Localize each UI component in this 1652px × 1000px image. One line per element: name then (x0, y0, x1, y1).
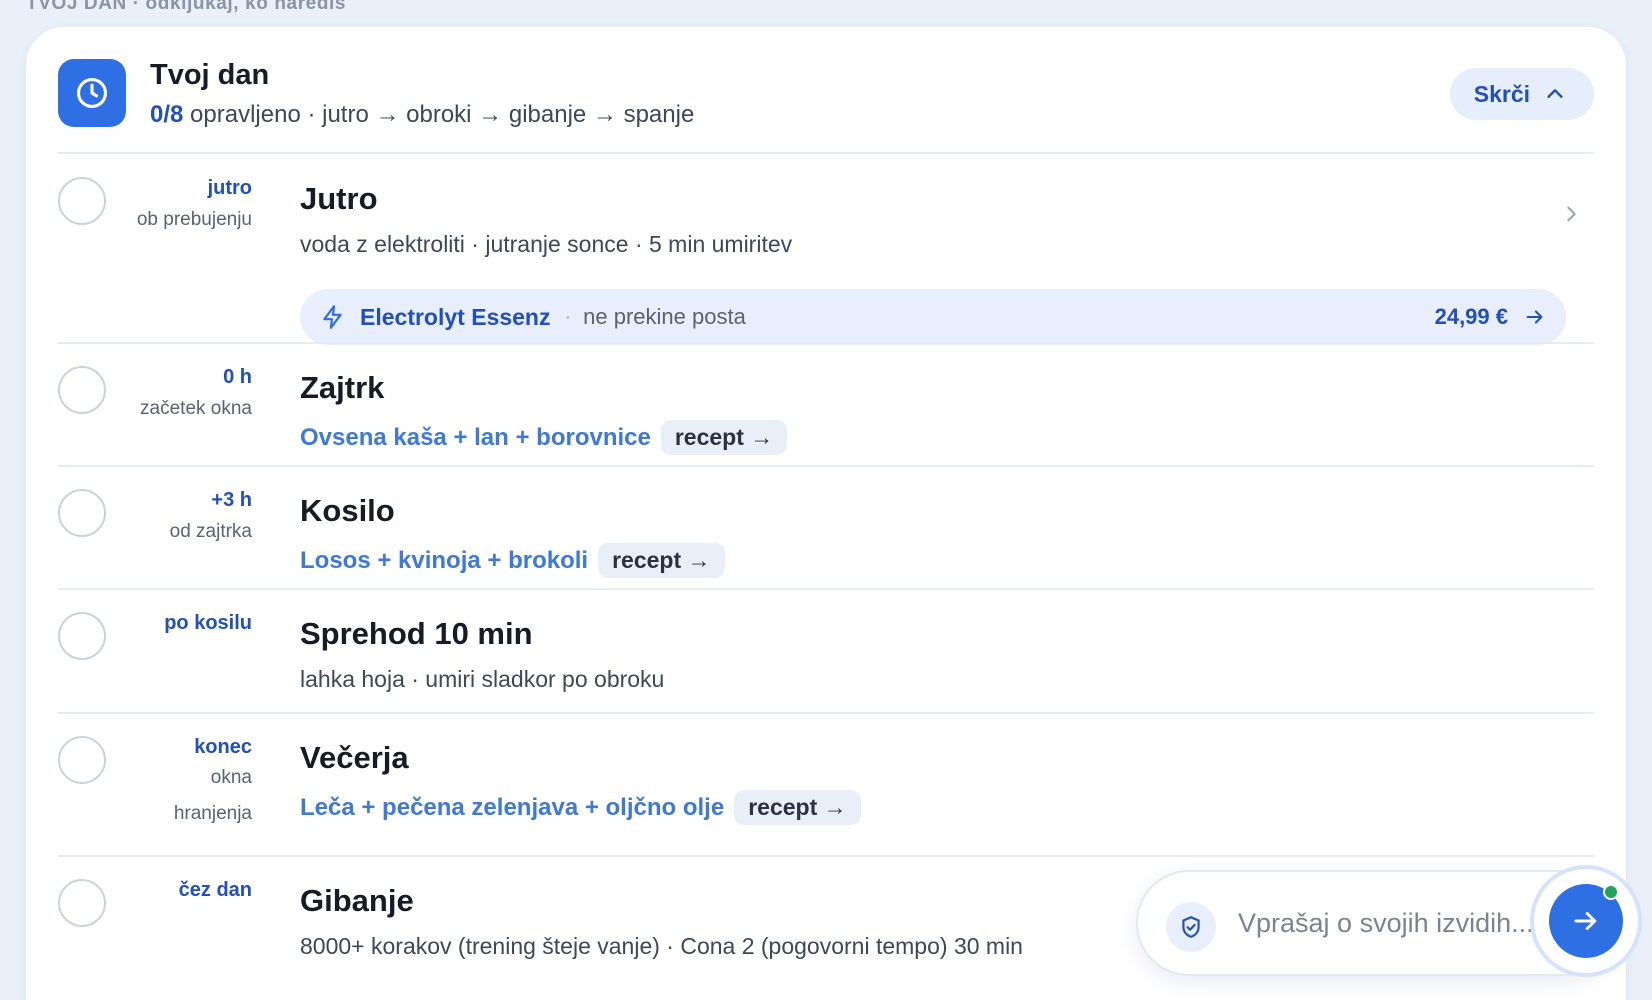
page-title: Tvoj dan (150, 59, 270, 91)
time-key: 0 h (223, 366, 252, 388)
checkbox[interactable] (58, 736, 106, 784)
list-item[interactable]: konec okna hranjenja Večerja Leča + peče… (58, 734, 1594, 854)
time-sub: okna (210, 767, 252, 788)
divider (58, 465, 1594, 467)
product-price: 24,99 € (1434, 304, 1508, 329)
lightning-icon (320, 304, 346, 330)
item-title: Sprehod 10 min (300, 616, 533, 651)
checkbox[interactable] (58, 612, 106, 660)
time-label: +3 h od zajtrka (118, 487, 252, 551)
item-content: Sprehod 10 min lahka hoja · umiri sladko… (300, 614, 1594, 693)
recipe-button[interactable]: recept → (734, 790, 861, 825)
meal-link[interactable]: Ovsena kaša + lan + borovnice (300, 424, 651, 452)
time-key: konec (194, 736, 252, 758)
time-sub: ob prebujenju (136, 209, 252, 230)
recipe-button[interactable]: recept → (660, 420, 788, 455)
meal-line: Ovsena kaša + lan + borovnice recept → (300, 420, 1594, 455)
time-key: čez dan (178, 879, 252, 901)
item-title: Kosilo (300, 493, 395, 528)
chat-input-placeholder[interactable]: Vprašaj o svojih izvidih... (1238, 908, 1534, 939)
list-item[interactable]: +3 h od zajtrka Kosilo Losos + kvinoja +… (58, 487, 1594, 587)
item-content: Kosilo Losos + kvinoja + brokoli recept … (300, 491, 1594, 578)
divider (58, 342, 1594, 344)
progress-count: 0/8 (150, 101, 184, 128)
item-title: Večerja (300, 740, 409, 775)
time-label: jutro ob prebujenju (118, 175, 252, 239)
divider (58, 152, 1594, 154)
meal-link[interactable]: Leča + pečena zelenjava + oljčno olje (300, 794, 724, 822)
item-content: Jutro voda z elektroliti · jutranje sonc… (300, 179, 1594, 258)
time-sub: hranjenja (173, 803, 252, 824)
time-sub: od zajtrka (169, 521, 252, 542)
collapse-button[interactable]: Skrči (1449, 68, 1594, 120)
time-label: čez dan (118, 877, 252, 903)
product-name: Electrolyt Essenz (360, 303, 551, 330)
checkbox[interactable] (58, 879, 106, 927)
item-content: Večerja Leča + pečena zelenjava + oljčno… (300, 738, 1594, 825)
time-key: po kosilu (164, 612, 252, 634)
checkbox[interactable] (58, 489, 106, 537)
chevron-right-icon[interactable] (1560, 203, 1582, 230)
clock-icon (58, 59, 126, 127)
time-label: 0 h začetek okna (118, 364, 252, 428)
item-description: voda z elektroliti · jutranje sonce · 5 … (300, 231, 793, 257)
list-item[interactable]: po kosilu Sprehod 10 min lahka hoja · um… (58, 610, 1594, 710)
meal-link[interactable]: Losos + kvinoja + brokoli (300, 547, 588, 575)
divider (58, 588, 1594, 590)
item-title: Zajtrk (300, 370, 385, 405)
meal-line: Losos + kvinoja + brokoli recept → (300, 543, 1594, 578)
shield-check-icon (1166, 902, 1216, 952)
collapse-label: Skrči (1473, 80, 1530, 107)
chevron-up-icon (1547, 89, 1563, 98)
divider (58, 855, 1594, 857)
list-item[interactable]: 0 h začetek okna Zajtrk Ovsena kaša + la… (58, 364, 1594, 464)
time-key: +3 h (211, 489, 252, 511)
divider (58, 712, 1594, 714)
day-plan-header: Tvoj dan 0/8 opravljeno · jutro → obroki… (58, 59, 1594, 162)
time-key: jutro (207, 177, 252, 199)
arrow-right-icon (1574, 912, 1597, 930)
time-label: po kosilu (118, 610, 252, 636)
separator: · (564, 305, 572, 328)
section-caption: TVOJ DAN · odkljukaj, ko narediš (26, 0, 347, 14)
progress-summary: 0/8 opravljeno · jutro → obroki → gibanj… (150, 101, 694, 129)
progress-steps: opravljeno · jutro → obroki → gibanje → … (183, 101, 695, 128)
online-status-dot (1603, 884, 1619, 900)
item-description: lahka hoja · umiri sladkor po obroku (300, 666, 665, 692)
product-tag: ne prekine posta (583, 304, 746, 329)
time-sub: začetek okna (140, 398, 252, 419)
meal-line: Leča + pečena zelenjava + oljčno olje re… (300, 790, 1594, 825)
arrow-right-icon (1524, 306, 1546, 328)
item-content: Zajtrk Ovsena kaša + lan + borovnice rec… (300, 368, 1594, 455)
checkbox[interactable] (58, 366, 106, 414)
recipe-button[interactable]: recept → (598, 543, 725, 578)
day-plan-card: Tvoj dan 0/8 opravljeno · jutro → obroki… (26, 27, 1626, 1000)
list-item[interactable]: jutro ob prebujenju Jutro voda z elektro… (58, 175, 1594, 345)
item-title: Jutro (300, 181, 378, 216)
checkbox[interactable] (58, 177, 106, 225)
product-card[interactable]: Electrolyt Essenz · ne prekine posta 24,… (300, 289, 1566, 345)
time-label: konec okna hranjenja (118, 734, 252, 832)
